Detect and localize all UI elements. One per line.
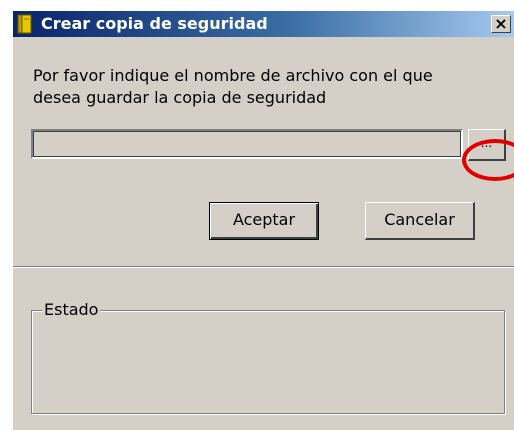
close-button[interactable]: × — [491, 15, 511, 33]
instructions-text: Por favor indique el nombre de archivo c… — [33, 66, 433, 107]
status-groupbox: Estado — [31, 300, 505, 414]
separator-line — [13, 266, 514, 268]
backup-filename-input[interactable] — [31, 129, 463, 159]
cancel-button[interactable]: Cancelar — [365, 202, 475, 240]
backup-dialog: Crear copia de seguridad × Por favor ind… — [12, 10, 514, 430]
status-group-label: Estado — [42, 300, 101, 320]
backup-book-icon — [17, 14, 33, 34]
annotation-circle — [462, 139, 514, 181]
window-title: Crear copia de seguridad — [41, 14, 268, 33]
accept-button[interactable]: Aceptar — [209, 202, 319, 240]
title-bar[interactable]: Crear copia de seguridad × — [13, 11, 514, 37]
